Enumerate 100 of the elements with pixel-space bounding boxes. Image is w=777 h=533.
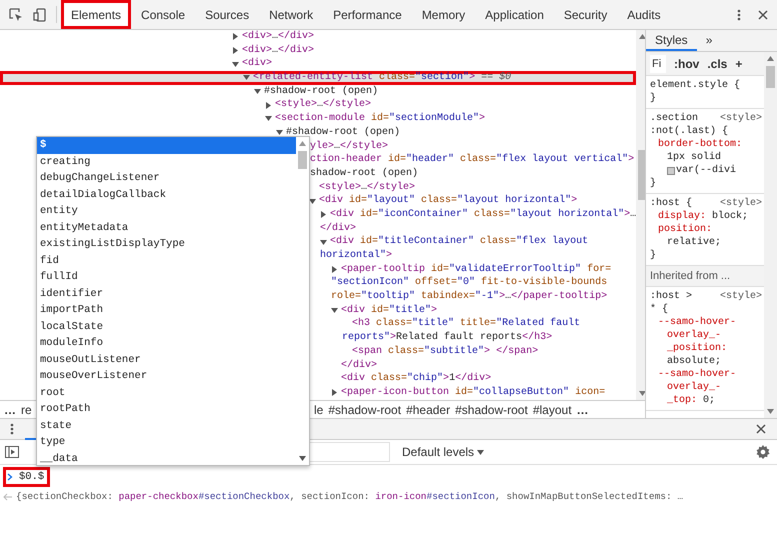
- caret-icon: [477, 450, 484, 454]
- breadcrumb[interactable]: #header: [406, 402, 450, 416]
- panel-tab[interactable]: Elements: [61, 0, 132, 29]
- scroll-down-icon[interactable]: [767, 409, 774, 414]
- prompt-icon: [7, 473, 13, 481]
- dom-node-line: </div>: [320, 222, 356, 236]
- levels-dropdown[interactable]: Default levels: [396, 444, 490, 460]
- expanded-triangle-icon[interactable]: [309, 198, 316, 205]
- css-line: display: block;: [657, 210, 748, 223]
- css-line: element.style {: [650, 79, 740, 92]
- dom-node-line: reports">Related fault reports</h3>: [342, 331, 552, 345]
- breadcrumb[interactable]: …: [576, 402, 589, 416]
- dom-node-line: shadow-root (open): [310, 166, 418, 181]
- panel-tab[interactable]: Application: [475, 0, 554, 29]
- dom-node-line: <div>…</div>: [242, 30, 314, 44]
- style-source-link[interactable]: <style>: [720, 290, 764, 303]
- sidebar-tab[interactable]: »: [696, 30, 722, 51]
- filter-field[interactable]: Fi: [650, 54, 666, 72]
- dom-node-line: <div id="title">: [341, 304, 438, 318]
- color-swatch[interactable]: [667, 166, 675, 174]
- dom-node-line: "sectionIcon" offset="0" fit-to-visible-bounds: [331, 276, 608, 290]
- collapsed-triangle-icon[interactable]: [331, 389, 338, 396]
- scroll-up-icon[interactable]: [767, 56, 774, 61]
- dom-node-line: <section-module id="sectionModule">: [275, 112, 486, 126]
- dom-node-line: role="tooltip" tabindex="-1">…</paper-tooltip>: [331, 290, 608, 304]
- expanded-triangle-icon[interactable]: [243, 74, 250, 82]
- dom-node-line: <related-entity-list class="section"> == $0: [253, 71, 512, 85]
- console-input[interactable]: $0.$: [19, 471, 44, 483]
- css-line: border-bottom:: [657, 138, 742, 151]
- dom-node-line: horizontal">: [320, 249, 392, 263]
- dom-node-line: </div>: [341, 358, 378, 372]
- breadcrumb[interactable]: #shadow-root: [328, 402, 402, 416]
- breadcrumb[interactable]: #layout: [532, 402, 572, 416]
- styles-scrollbar[interactable]: [764, 52, 777, 418]
- breadcrumb[interactable]: #shadow-root: [455, 402, 528, 416]
- dom-node-line: <div class="chip">1</div>: [341, 372, 492, 386]
- css-line: 1px solid: [666, 151, 722, 164]
- panel-tab[interactable]: Network: [259, 0, 324, 29]
- panel-tab[interactable]: Audits: [617, 0, 671, 29]
- css-line: position:: [657, 223, 712, 236]
- panel-tab[interactable]: Memory: [412, 0, 476, 29]
- scroll-up-icon[interactable]: [639, 34, 645, 39]
- collapsed-triangle-icon[interactable]: [232, 47, 239, 54]
- dom-node-line: <div id="titleContainer" class="flex layout: [330, 235, 588, 250]
- style-tool-button[interactable]: +: [735, 56, 742, 70]
- panel-tab[interactable]: Console: [131, 0, 196, 29]
- scrollbar-thumb[interactable]: [766, 66, 775, 88]
- dom-node-line: <paper-icon-button id="collapseButton" icon=: [341, 386, 606, 400]
- selected-tree-row[interactable]: <related-entity-list class="section"> == $0: [0, 71, 636, 85]
- dom-node-line: #shadow-root (open): [286, 126, 400, 140]
- css-line: --samo-hover-: [657, 316, 736, 329]
- expanded-triangle-icon[interactable]: [276, 129, 283, 136]
- scroll-up-icon[interactable]: [299, 141, 306, 146]
- style-source-link[interactable]: <style>: [720, 112, 764, 125]
- style-source-link[interactable]: <style>: [720, 197, 764, 210]
- css-line: absolute;: [666, 355, 722, 368]
- dom-node-line: ction-header id="header" class="flex layout vertical">: [310, 153, 634, 167]
- collapsed-triangle-icon[interactable]: [265, 102, 272, 109]
- scroll-down-icon[interactable]: [299, 456, 306, 461]
- breadcrumb[interactable]: le: [314, 402, 324, 416]
- expanded-triangle-icon[interactable]: [265, 115, 272, 122]
- expanded-triangle-icon[interactable]: [232, 60, 239, 68]
- suggestion-item[interactable]: $: [37, 137, 296, 154]
- expanded-triangle-icon[interactable]: [331, 307, 338, 314]
- collapsed-triangle-icon[interactable]: [320, 211, 327, 218]
- css-line: _top: 0;: [666, 394, 716, 407]
- panel-tab[interactable]: Sources: [195, 0, 260, 29]
- collapsed-triangle-icon[interactable]: [232, 33, 239, 40]
- dom-node-line: <h3 class="title" title="Related fault: [352, 317, 580, 332]
- suggestion-item[interactable]: __data: [37, 450, 296, 465]
- style-tool-button[interactable]: .cls: [707, 56, 728, 70]
- collapsed-triangle-icon[interactable]: [331, 266, 338, 274]
- dom-node-line: #shadow-root (open): [264, 84, 378, 98]
- css-line: relative;: [666, 236, 722, 249]
- scroll-down-icon[interactable]: [639, 391, 645, 396]
- breadcrumb[interactable]: …: [4, 402, 16, 416]
- inherited-header: Inherited from ...: [646, 266, 764, 287]
- scrollbar-thumb[interactable]: [638, 150, 645, 200]
- css-line: overlay_-: [666, 329, 722, 342]
- dom-node-line: yle>…</style>: [310, 140, 388, 154]
- css-line: :host >: [650, 290, 692, 303]
- css-line: .section: [650, 112, 698, 125]
- expanded-triangle-icon[interactable]: [254, 88, 261, 96]
- scrollbar-thumb[interactable]: [298, 151, 307, 169]
- suggestion-item[interactable]: creating: [37, 154, 296, 170]
- panel-tab[interactable]: Security: [554, 0, 618, 29]
- css-line: --samo-hover-: [657, 368, 736, 381]
- style-tool-button[interactable]: :hov: [674, 56, 700, 70]
- css-line: var(--divi: [650, 164, 736, 177]
- breadcrumb[interactable]: re: [21, 402, 32, 416]
- popup-scrollbar[interactable]: [296, 137, 309, 465]
- dom-node-line: <style>…</style>: [319, 180, 416, 194]
- result-arrow-icon: [3, 492, 12, 500]
- expanded-triangle-icon[interactable]: [320, 238, 327, 246]
- result-preview: {sectionCheckbox: paper-checkbox#sectionCheckbox, sectionIcon: iron-icon#sectionIcon, showInMapButtonSelectedItems: …: [16, 491, 684, 502]
- css-line: * {: [650, 303, 668, 316]
- panel-tab[interactable]: Performance: [323, 0, 412, 29]
- dom-node-line: <paper-tooltip id="validateErrorTooltip" for=: [341, 262, 612, 276]
- dom-node-line: <style>…</style>: [275, 98, 372, 112]
- css-line: }: [650, 92, 656, 105]
